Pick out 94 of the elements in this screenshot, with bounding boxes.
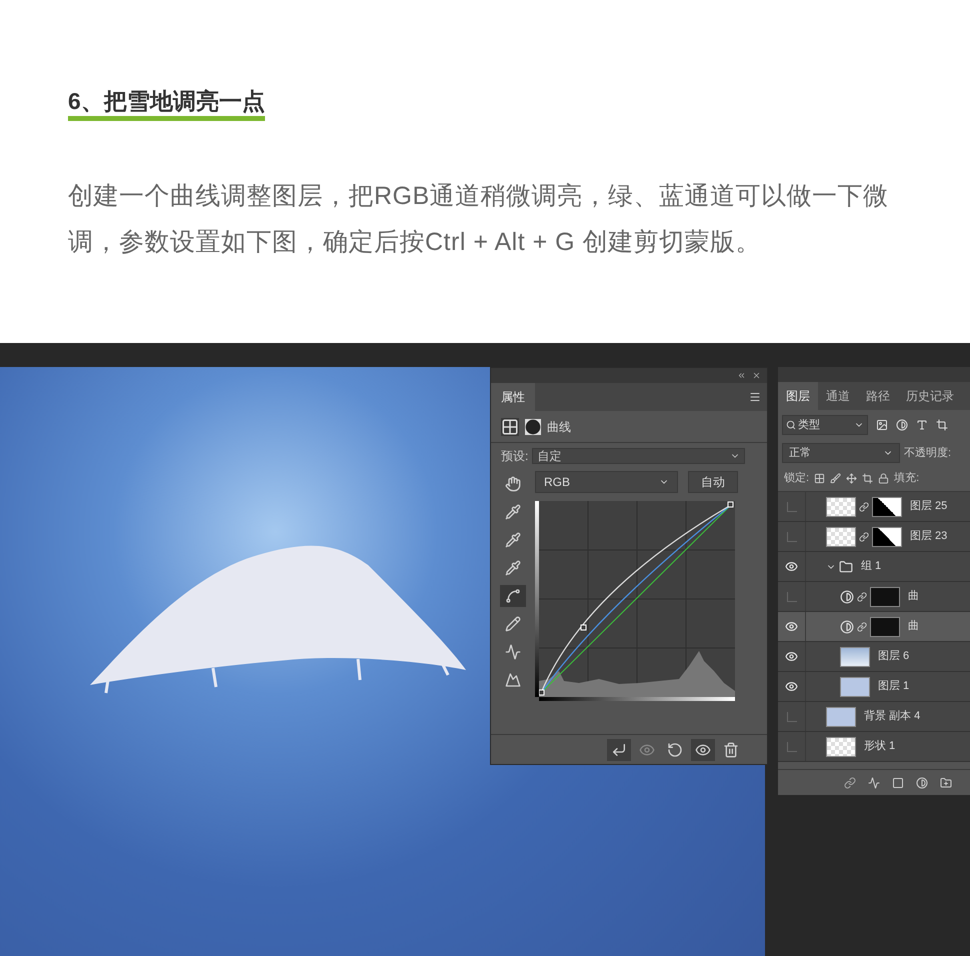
brush-icon[interactable] bbox=[830, 473, 842, 484]
layer-row[interactable]: 图层 1 bbox=[778, 672, 970, 702]
trash-icon bbox=[723, 742, 739, 758]
mask-thumbnail bbox=[872, 526, 902, 546]
layer-name: 曲 bbox=[908, 589, 919, 604]
curves-graph[interactable] bbox=[539, 501, 735, 697]
eyedropper-icon bbox=[505, 560, 521, 576]
adjustment-icon[interactable] bbox=[896, 419, 908, 431]
hand-icon bbox=[505, 476, 521, 492]
search-icon bbox=[786, 420, 796, 430]
visibility-toggle[interactable] bbox=[786, 592, 796, 602]
crop-icon[interactable] bbox=[862, 473, 874, 484]
link-icon bbox=[859, 532, 869, 542]
folder-icon[interactable] bbox=[940, 776, 952, 788]
adjustment-icon[interactable] bbox=[916, 776, 928, 788]
layer-thumbnail bbox=[840, 646, 870, 666]
panel-tab[interactable]: 图层 bbox=[778, 382, 818, 410]
panel-tab[interactable]: 历史记录 bbox=[898, 382, 962, 410]
layer-thumbnail bbox=[826, 526, 856, 546]
channel-dropdown[interactable]: RGB bbox=[535, 471, 678, 493]
layer-row[interactable]: 曲 bbox=[778, 612, 970, 642]
layer-row[interactable]: 背景 副本 4 bbox=[778, 702, 970, 732]
close-icon[interactable] bbox=[752, 371, 761, 380]
curves-icon[interactable] bbox=[501, 418, 519, 436]
blend-mode-dropdown[interactable]: 正常 bbox=[782, 443, 900, 463]
eye-icon bbox=[695, 742, 711, 758]
panel-tab[interactable]: 路径 bbox=[858, 382, 898, 410]
auto-button[interactable]: 自动 bbox=[688, 471, 738, 493]
layer-name: 图层 6 bbox=[878, 649, 910, 664]
eye-icon[interactable] bbox=[785, 650, 798, 663]
move-icon[interactable] bbox=[846, 473, 858, 484]
adjustment-icon bbox=[840, 620, 854, 634]
mask-icon[interactable] bbox=[525, 418, 541, 434]
visibility-toggle[interactable] bbox=[786, 532, 796, 542]
collapse-icon[interactable] bbox=[737, 371, 746, 380]
layer-thumbnail bbox=[826, 706, 856, 726]
link-icon bbox=[857, 622, 867, 632]
layer-row[interactable]: 组 1 bbox=[778, 552, 970, 582]
folder-icon bbox=[839, 560, 853, 574]
layer-name: 形状 1 bbox=[864, 739, 896, 754]
link-icon bbox=[857, 592, 867, 602]
visibility-toggle[interactable] bbox=[786, 712, 796, 722]
visibility-toggle[interactable] bbox=[786, 742, 796, 752]
mask-thumbnail bbox=[870, 586, 900, 606]
tool-button[interactable] bbox=[500, 585, 526, 607]
link-icon bbox=[859, 502, 869, 512]
panel-tab[interactable]: 通道 bbox=[818, 382, 858, 410]
curve-icon bbox=[505, 588, 521, 604]
mask-thumbnail bbox=[872, 496, 902, 516]
image-icon[interactable] bbox=[876, 419, 888, 431]
layer-name: 背景 副本 4 bbox=[864, 708, 920, 724]
reset-icon bbox=[667, 742, 683, 758]
filter-dropdown[interactable]: 类型 bbox=[782, 415, 868, 435]
link-icon[interactable] bbox=[844, 776, 856, 788]
visibility-toggle[interactable] bbox=[786, 502, 796, 512]
panel-tab[interactable]: 属性 bbox=[491, 383, 535, 411]
layer-row[interactable]: 图层 23 bbox=[778, 522, 970, 552]
mask-thumbnail bbox=[870, 616, 900, 636]
layer-row[interactable]: 图层 6 bbox=[778, 642, 970, 672]
layer-thumbnail bbox=[840, 676, 870, 696]
crop-icon[interactable] bbox=[936, 419, 948, 431]
layer-name: 图层 23 bbox=[910, 529, 948, 544]
adjustment-title: 曲线 bbox=[547, 418, 571, 436]
footer-button[interactable] bbox=[691, 738, 715, 760]
eyedropper-icon bbox=[505, 504, 521, 520]
clip-icon bbox=[611, 742, 627, 758]
layer-row[interactable]: 图层 25 bbox=[778, 492, 970, 522]
lock-pixels-icon[interactable] bbox=[814, 473, 826, 484]
opacity-label: 不透明度: bbox=[904, 446, 952, 461]
fill-label: 填充: bbox=[894, 471, 920, 486]
lock-label: 锁定: bbox=[784, 470, 810, 486]
layer-thumbnail bbox=[826, 736, 856, 756]
preset-label: 预设: bbox=[501, 448, 528, 465]
preset-dropdown[interactable]: 自定 bbox=[532, 448, 745, 464]
instruction-paragraph: 创建一个曲线调整图层，把RGB通道稍微调亮，绿、蓝通道可以做一下微调，参数设置如下图，确定后按Ctrl + Alt + G 创建剪切蒙版。 bbox=[68, 181, 890, 258]
text-icon[interactable] bbox=[916, 419, 928, 431]
layer-row[interactable]: 曲 bbox=[778, 582, 970, 612]
layer-name: 图层 1 bbox=[878, 679, 910, 694]
layer-row[interactable]: 形状 1 bbox=[778, 732, 970, 762]
layer-name: 图层 25 bbox=[910, 499, 948, 514]
eye-icon[interactable] bbox=[785, 680, 798, 693]
layer-name: 曲 bbox=[908, 619, 919, 634]
layer-thumbnail bbox=[826, 496, 856, 516]
menu-icon[interactable] bbox=[749, 391, 761, 403]
eye-icon[interactable] bbox=[785, 560, 798, 573]
footer-button[interactable] bbox=[607, 738, 631, 760]
pencil-icon bbox=[505, 616, 521, 632]
adjustment-icon bbox=[840, 590, 854, 604]
lock-icon[interactable] bbox=[878, 473, 890, 484]
eye-icon bbox=[639, 742, 655, 758]
layer-name: 组 1 bbox=[861, 559, 882, 574]
section-heading: 6、把雪地调亮一点 bbox=[68, 86, 265, 121]
eye-icon[interactable] bbox=[785, 620, 798, 633]
eyedropper-icon bbox=[505, 532, 521, 548]
